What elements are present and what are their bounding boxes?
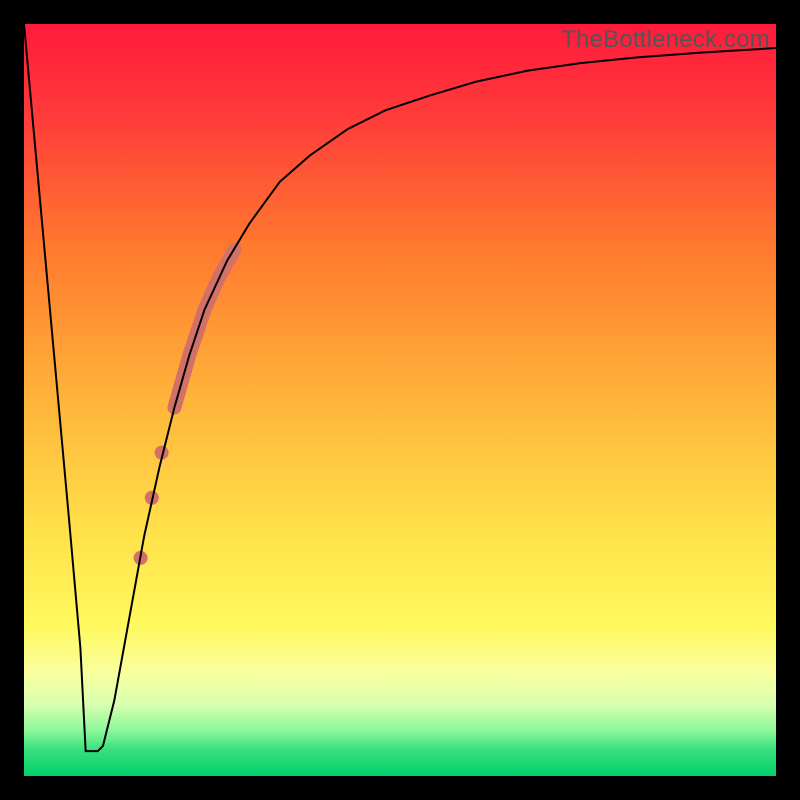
- plot-area: TheBottleneck.com: [24, 24, 776, 776]
- watermark-label: TheBottleneck.com: [561, 26, 770, 54]
- gradient-background: [24, 24, 776, 776]
- chart-frame: TheBottleneck.com: [0, 0, 800, 800]
- chart-canvas: [24, 24, 776, 776]
